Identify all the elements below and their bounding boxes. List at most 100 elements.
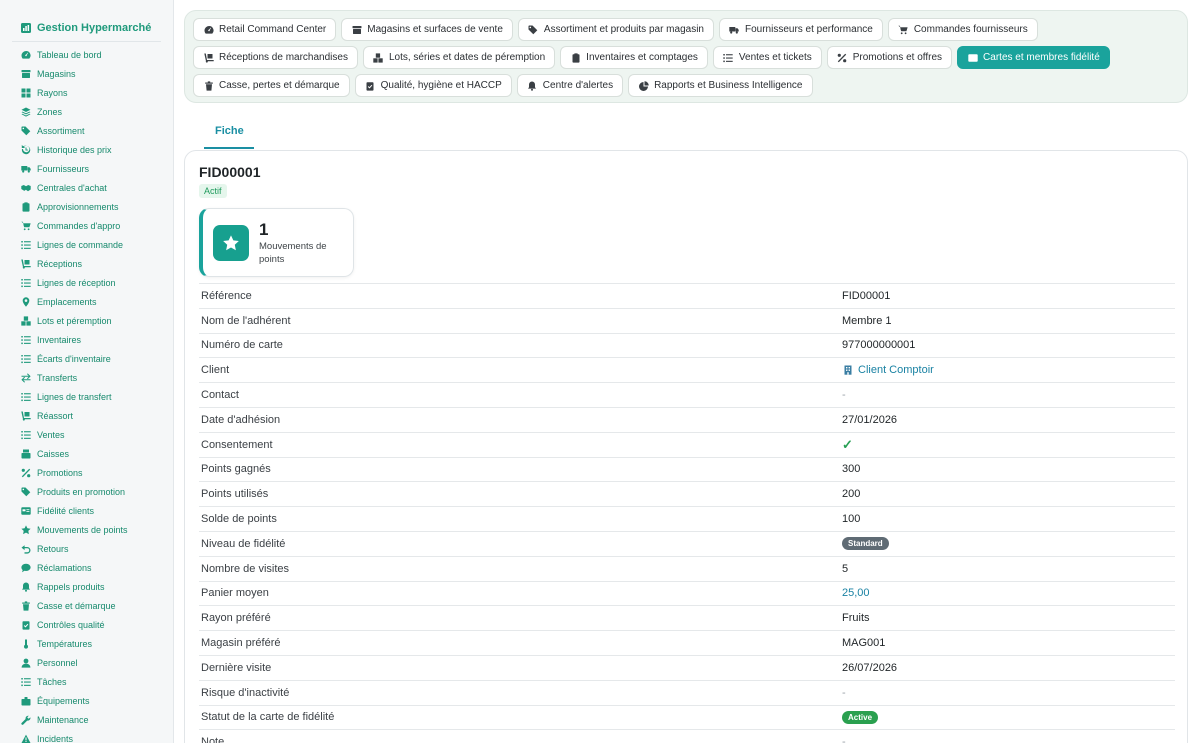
- tab-qualite-hygiene-et-haccp[interactable]: Qualité, hygiène et HACCP: [354, 74, 512, 97]
- sidebar-item-rayons[interactable]: Rayons: [0, 83, 173, 102]
- sidebar-item-lots-et-peremption[interactable]: Lots et péremption: [0, 311, 173, 330]
- sidebar-item-label: Assortiment: [37, 125, 85, 136]
- sidebar-item-commandes-d-appro[interactable]: Commandes d'appro: [0, 216, 173, 235]
- sidebar-item-caisses[interactable]: Caisses: [0, 444, 173, 463]
- tab-commandes-fournisseurs[interactable]: Commandes fournisseurs: [887, 18, 1038, 41]
- sidebar-item-fournisseurs[interactable]: Fournisseurs: [0, 159, 173, 178]
- sidebar-item-label: Tâches: [37, 676, 67, 687]
- brand[interactable]: Gestion Hypermarché: [0, 0, 173, 36]
- trash-icon: [20, 600, 31, 611]
- field-label: Niveau de fidélité: [201, 537, 286, 550]
- sidebar-item-tableau-de-bord[interactable]: Tableau de bord: [0, 45, 173, 64]
- cart-icon: [20, 220, 31, 231]
- tab-rapports-et-business-intelligence[interactable]: Rapports et Business Intelligence: [628, 74, 813, 97]
- sidebar-item-label: Lots et péremption: [37, 315, 112, 326]
- sidebar-item-emplacements[interactable]: Emplacements: [0, 292, 173, 311]
- tab-label: Fournisseurs et performance: [744, 24, 873, 35]
- card-icon: [967, 52, 978, 63]
- loyalty-level-badge: Standard: [842, 537, 889, 551]
- list-icon: [20, 334, 31, 345]
- field-value: FID00001: [842, 289, 891, 302]
- sidebar-item-label: Produits en promotion: [37, 486, 126, 497]
- tab-assortiment-et-produits-par-magasin[interactable]: Assortiment et produits par magasin: [517, 18, 714, 41]
- sidebar-item-incidents[interactable]: Incidents: [0, 729, 173, 743]
- sidebar-item-fidelite-clients[interactable]: Fidélité clients: [0, 501, 173, 520]
- tab-ventes-et-tickets[interactable]: Ventes et tickets: [712, 46, 822, 69]
- history-icon: [20, 144, 31, 155]
- sidebar-item-label: Centrales d'achat: [37, 182, 107, 193]
- tab-inventaires-et-comptages[interactable]: Inventaires et comptages: [560, 46, 708, 69]
- tab-cartes-et-membres-fidelite[interactable]: Cartes et membres fidélité: [957, 46, 1110, 69]
- arrows-icon: [20, 372, 31, 383]
- tab-label: Réceptions de marchandises: [219, 52, 348, 63]
- tab-magasins-et-surfaces-de-vente[interactable]: Magasins et surfaces de vente: [341, 18, 513, 41]
- sidebar-item-controles-qualite[interactable]: Contrôles qualité: [0, 615, 173, 634]
- clipboard-check-icon: [365, 80, 376, 91]
- field-row-nom-de-l-adherent: Nom de l'adhérent Membre 1: [199, 309, 1175, 334]
- sidebar-item-rappels-produits[interactable]: Rappels produits: [0, 577, 173, 596]
- sidebar-item-taches[interactable]: Tâches: [0, 672, 173, 691]
- sidebar-item-label: Mouvements de points: [37, 524, 128, 535]
- sidebar-item-receptions[interactable]: Réceptions: [0, 254, 173, 273]
- percent-icon: [20, 467, 31, 478]
- stat-card-points-movements[interactable]: 1 Mouvements de points: [199, 208, 354, 277]
- subtab-fiche[interactable]: Fiche: [204, 118, 254, 149]
- tab-casse-pertes-et-demarque[interactable]: Casse, pertes et démarque: [193, 74, 350, 97]
- field-value: 100: [842, 513, 861, 526]
- sidebar-item-zones[interactable]: Zones: [0, 102, 173, 121]
- tab-receptions-de-marchandises[interactable]: Réceptions de marchandises: [193, 46, 358, 69]
- sidebar-item-magasins[interactable]: Magasins: [0, 64, 173, 83]
- sidebar-item-label: Lignes de commande: [37, 239, 124, 250]
- sidebar-item-transferts[interactable]: Transferts: [0, 368, 173, 387]
- trash-icon: [203, 80, 214, 91]
- sidebar-item-assortiment[interactable]: Assortiment: [0, 121, 173, 140]
- sidebar-item-inventaires[interactable]: Inventaires: [0, 330, 173, 349]
- tab-promotions-et-offres[interactable]: Promotions et offres: [826, 46, 953, 69]
- tab-retail-command-center[interactable]: Retail Command Center: [193, 18, 337, 41]
- sidebar-item-approvisionnements[interactable]: Approvisionnements: [0, 197, 173, 216]
- sidebar-item-lignes-de-transfert[interactable]: Lignes de transfert: [0, 387, 173, 406]
- field-label: Solde de points: [201, 513, 277, 526]
- sidebar-item-produits-en-promotion[interactable]: Produits en promotion: [0, 482, 173, 501]
- sidebar-item-label: Tableau de bord: [37, 49, 102, 60]
- tab-label: Inventaires et comptages: [586, 52, 698, 63]
- sidebar-item-temperatures[interactable]: Températures: [0, 634, 173, 653]
- app-title: Gestion Hypermarché: [37, 22, 152, 34]
- sidebar-item-maintenance[interactable]: Maintenance: [0, 710, 173, 729]
- sidebar-item-ventes[interactable]: Ventes: [0, 425, 173, 444]
- sidebar-item-label: Équipements: [37, 695, 90, 706]
- tab-centre-d-alertes[interactable]: Centre d'alertes: [516, 74, 624, 97]
- sidebar-item-casse-et-demarque[interactable]: Casse et démarque: [0, 596, 173, 615]
- tab-label: Magasins et surfaces de vente: [367, 24, 503, 35]
- stat-value: 1: [259, 220, 269, 239]
- clipboard-icon: [570, 52, 581, 63]
- sidebar-item-reassort[interactable]: Réassort: [0, 406, 173, 425]
- list-icon: [20, 353, 31, 364]
- tab-label: Commandes fournisseurs: [913, 24, 1028, 35]
- sidebar-item-lignes-de-reception[interactable]: Lignes de réception: [0, 273, 173, 292]
- sidebar-item-retours[interactable]: Retours: [0, 539, 173, 558]
- sidebar-item-personnel[interactable]: Personnel: [0, 653, 173, 672]
- store-icon: [351, 24, 362, 35]
- tab-lots-series-et-dates-de-peremption[interactable]: Lots, séries et dates de péremption: [362, 46, 556, 69]
- sidebar-item-lignes-de-commande[interactable]: Lignes de commande: [0, 235, 173, 254]
- sidebar-item-label: Transferts: [37, 372, 78, 383]
- sidebar: Gestion Hypermarché Tableau de bord Magas…: [0, 0, 174, 743]
- sidebar-item-promotions[interactable]: Promotions: [0, 463, 173, 482]
- sidebar-item-label: Retours: [37, 543, 69, 554]
- sidebar-item-label: Caisses: [37, 448, 70, 459]
- sidebar-item-historique-des-prix[interactable]: Historique des prix: [0, 140, 173, 159]
- store-icon: [20, 68, 31, 79]
- field-label: Points gagnés: [201, 463, 271, 476]
- sidebar-item-equipements[interactable]: Équipements: [0, 691, 173, 710]
- field-value: 977000000001: [842, 339, 916, 352]
- tab-fournisseurs-et-performance[interactable]: Fournisseurs et performance: [718, 18, 883, 41]
- sidebar-item-centrales-d-achat[interactable]: Centrales d'achat: [0, 178, 173, 197]
- status-badge: Actif: [199, 184, 227, 198]
- sidebar-item-ecarts-d-inventaire[interactable]: Écarts d'inventaire: [0, 349, 173, 368]
- sidebar-item-reclamations[interactable]: Réclamations: [0, 558, 173, 577]
- field-value: Membre 1: [842, 314, 892, 327]
- card-icon: [20, 505, 31, 516]
- sidebar-item-mouvements-de-points[interactable]: Mouvements de points: [0, 520, 173, 539]
- client-link[interactable]: Client Comptoir: [842, 364, 934, 376]
